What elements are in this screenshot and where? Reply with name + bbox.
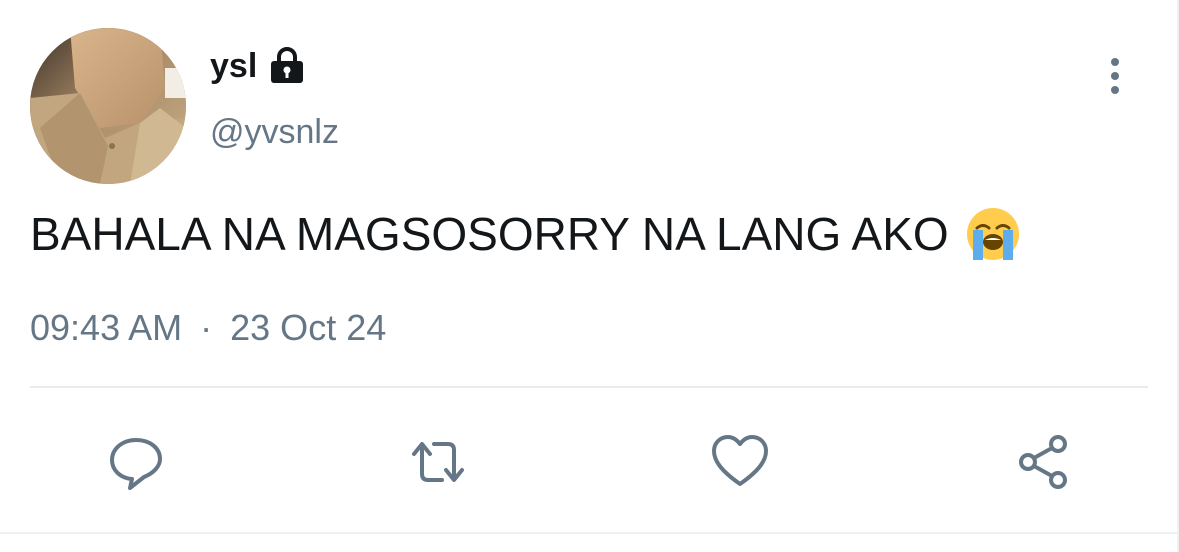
reply-button[interactable] — [106, 432, 166, 492]
user-handle[interactable]: @yvsnlz — [210, 112, 339, 152]
loudly-crying-face-icon — [965, 206, 1021, 262]
tweet-date: 23 Oct 24 — [230, 307, 387, 348]
tweet-card: ysl @yvsnlz BAHALA NA MAGSOSORRY NA LANG… — [0, 0, 1179, 552]
retweet-button[interactable] — [408, 432, 468, 492]
retweet-icon — [412, 442, 464, 482]
tweet-timestamp[interactable]: 09:43 AM · 23 Oct 24 — [30, 306, 386, 350]
user-name-row: ysl — [210, 46, 307, 86]
avatar[interactable] — [30, 28, 186, 184]
lock-icon — [267, 46, 307, 86]
avatar-image — [30, 28, 186, 184]
display-name[interactable]: ysl — [210, 46, 257, 86]
share-icon — [1019, 435, 1067, 489]
like-button[interactable] — [710, 432, 770, 492]
tweet-text: BAHALA NA MAGSOSORRY NA LANG AKO — [30, 208, 949, 260]
tweet-body: BAHALA NA MAGSOSORRY NA LANG AKO — [30, 204, 1021, 264]
bottom-divider — [0, 532, 1179, 534]
share-button[interactable] — [1014, 432, 1074, 492]
heart-icon — [712, 435, 768, 486]
divider — [30, 386, 1148, 388]
timestamp-separator: · — [200, 307, 213, 348]
tweet-time: 09:43 AM — [30, 307, 183, 348]
more-options-icon[interactable] — [1100, 56, 1130, 96]
comment-icon — [110, 438, 162, 490]
